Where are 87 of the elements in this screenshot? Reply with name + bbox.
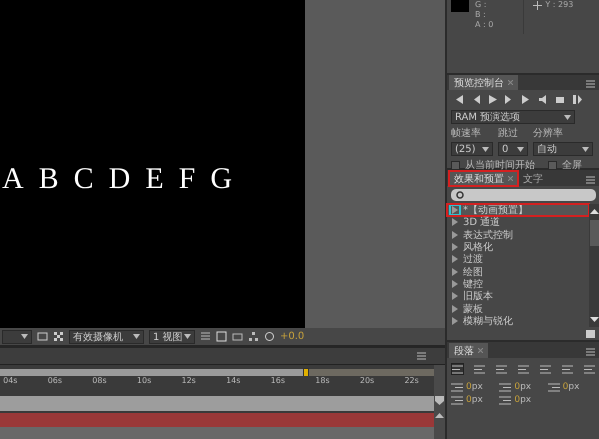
checkbox[interactable] [548, 160, 557, 170]
shield-icon[interactable] [434, 395, 445, 406]
skip-dropdown[interactable]: 0 [498, 142, 528, 156]
crosshair-icon [532, 0, 544, 11]
composition-text: ABCDEFG [2, 162, 248, 196]
info-value: A : 0 [475, 20, 494, 30]
effect-category[interactable]: 表达式控制 [447, 228, 589, 241]
camera-dropdown[interactable]: 有效摄像机 [69, 330, 144, 344]
caret-icon [482, 146, 489, 152]
caret-icon [582, 146, 589, 152]
align-button[interactable] [473, 363, 486, 375]
time-tick-label: 04s [2, 376, 18, 387]
effect-category[interactable]: 绘图 [447, 265, 589, 278]
indent-field[interactable]: 0px [451, 395, 500, 405]
indent-icon [548, 382, 560, 392]
time-tick-label: 14s [225, 376, 242, 387]
effect-category[interactable]: 模糊与锐化 [447, 314, 589, 327]
exposure-value[interactable]: +0.0 [280, 331, 304, 342]
panel-menu-icon[interactable] [585, 347, 596, 358]
effect-category[interactable]: 3D 通道 [447, 216, 589, 229]
align-button[interactable] [451, 363, 464, 375]
checkbox-label: 从当前时间开始 [465, 158, 535, 172]
indent-field[interactable]: 0px [451, 382, 500, 392]
align-button[interactable] [561, 363, 574, 375]
caret-icon [564, 114, 571, 120]
time-tick-label: 10s [136, 376, 152, 387]
scroll-thumb[interactable] [590, 220, 599, 246]
playback-control-icon[interactable] [555, 94, 566, 105]
preview-tab[interactable]: 预览控制台 [449, 75, 518, 90]
flowchart-icon[interactable] [248, 331, 259, 342]
caret-icon [184, 334, 191, 339]
effect-category[interactable]: *【动画预置】 [447, 204, 589, 216]
search-icon [455, 190, 466, 200]
align-button[interactable] [583, 363, 596, 375]
indent-icon [499, 382, 512, 392]
caret-icon [133, 334, 140, 339]
field-label: 跳过 [498, 126, 519, 140]
panel-tab[interactable]: 效果和预置 [449, 171, 518, 186]
info-value: B : [475, 10, 487, 20]
indent-icon [451, 382, 463, 392]
time-tick-label: 06s [46, 376, 64, 387]
indent-field[interactable]: 0px [499, 395, 548, 405]
time-tick-label: 16s [270, 376, 286, 387]
time-tick-label: 12s [180, 376, 197, 387]
effect-category[interactable]: 风格化 [447, 240, 589, 254]
time-tick-label: 20s [358, 376, 376, 387]
checkbox-label: 全屏 [562, 159, 582, 172]
align-button[interactable] [517, 363, 530, 375]
resolution-dropdown[interactable]: 自动 [533, 142, 593, 156]
time-tick-label: 18s [314, 376, 331, 387]
playback-control-icon[interactable] [572, 94, 583, 105]
effect-category[interactable]: 蒙板 [447, 302, 589, 315]
caret-icon [21, 334, 28, 339]
ram-preview-dropdown[interactable]: RAM 预演选项 [451, 110, 575, 124]
indent-icon [499, 396, 512, 404]
panel-menu-icon[interactable] [585, 79, 596, 90]
view-layout-dropdown[interactable]: 1 视图 [149, 330, 195, 344]
field-label: 分辨率 [533, 126, 563, 140]
field-label: 帧速率 [451, 126, 482, 140]
playback-control-icon[interactable] [538, 94, 549, 105]
info-value: G : [475, 0, 488, 10]
align-button[interactable] [539, 363, 552, 375]
time-tick-label: 08s [91, 376, 108, 387]
align-button[interactable] [495, 363, 508, 375]
expand-triangle-icon[interactable] [451, 206, 459, 214]
effect-category[interactable]: 键控 [447, 278, 589, 290]
checkbox[interactable] [451, 160, 460, 170]
panel-menu-icon[interactable] [585, 175, 596, 186]
magnification-dropdown[interactable] [2, 330, 32, 344]
snapshot-icon[interactable] [216, 331, 227, 342]
playback-control-icon[interactable] [487, 94, 498, 105]
indent-field[interactable]: 0px [499, 382, 548, 392]
coordinate-value: Y : 293 [545, 0, 574, 11]
effect-category[interactable]: 旧版本 [447, 290, 589, 302]
color-swatch [451, 0, 469, 12]
caret-icon [517, 146, 524, 152]
checkerboard-icon[interactable] [53, 331, 64, 342]
indent-field[interactable]: 0px [548, 382, 596, 392]
paragraph-tab[interactable]: 段落 [449, 343, 488, 358]
panel-menu-icon[interactable] [416, 350, 427, 362]
region-icon[interactable] [37, 331, 48, 342]
indent-icon [451, 396, 463, 404]
effect-category[interactable]: 过渡 [447, 253, 589, 266]
time-tick-label: 22s [403, 376, 420, 387]
panel-tab[interactable]: 文字 [518, 171, 548, 186]
frame-rate-dropdown[interactable]: (25) [451, 142, 493, 156]
search-field[interactable] [451, 189, 596, 201]
